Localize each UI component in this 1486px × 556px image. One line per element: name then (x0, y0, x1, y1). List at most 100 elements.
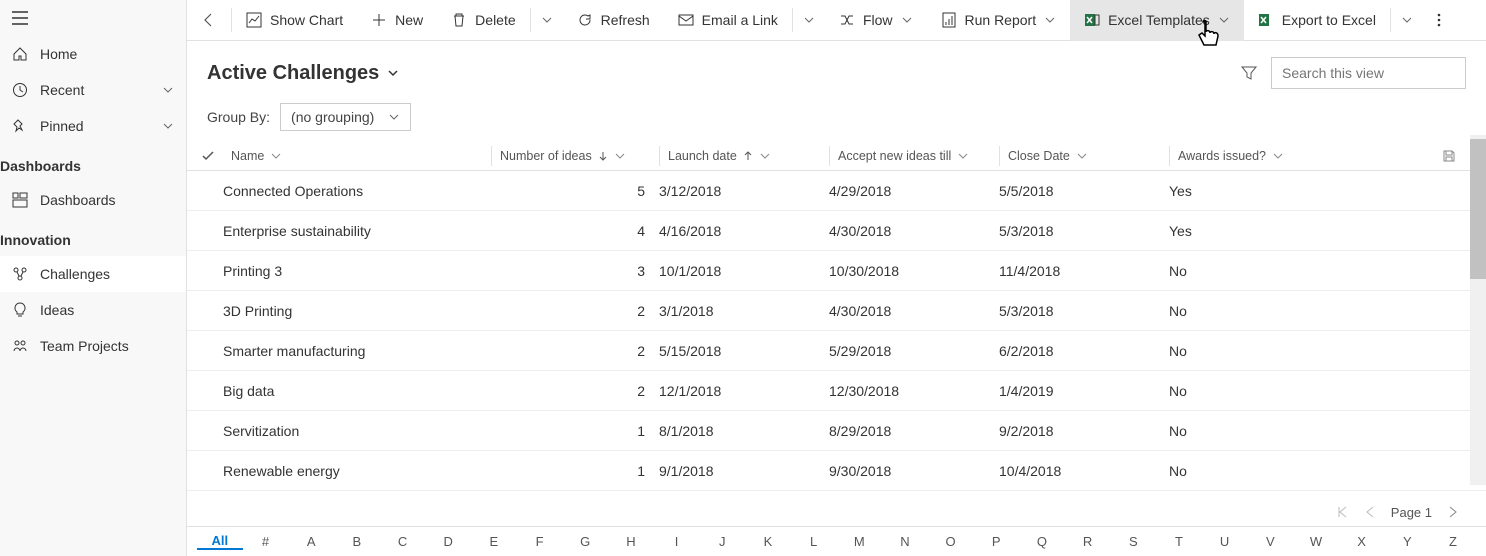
groupby-value: (no grouping) (291, 109, 374, 125)
refresh-button[interactable]: Refresh (563, 0, 664, 41)
delete-split-button[interactable] (531, 0, 563, 41)
email-link-button[interactable]: Email a Link (664, 0, 792, 41)
sidebar-label-challenges: Challenges (40, 266, 110, 282)
view-selector[interactable]: Active Challenges (207, 62, 399, 85)
scrollbar-thumb[interactable] (1470, 139, 1486, 279)
email-split-button[interactable] (793, 0, 825, 41)
alpha-filter-d[interactable]: D (425, 534, 471, 549)
delete-button[interactable]: Delete (437, 0, 529, 41)
alpha-filter-all[interactable]: All (197, 533, 243, 550)
alpha-filter-s[interactable]: S (1110, 534, 1156, 549)
alpha-filter-w[interactable]: W (1293, 534, 1339, 549)
table-row[interactable]: Printing 3310/1/201810/30/201811/4/2018N… (187, 251, 1486, 291)
export-split-button[interactable] (1391, 0, 1423, 41)
run-report-button[interactable]: Run Report (927, 0, 1071, 41)
table-row[interactable]: Connected Operations53/12/20184/29/20185… (187, 171, 1486, 211)
cell-close: 5/3/2018 (999, 303, 1169, 319)
pager: Page 1 (187, 498, 1486, 526)
alpha-filter-g[interactable]: G (562, 534, 608, 549)
sidebar-item-ideas[interactable]: Ideas (0, 292, 186, 328)
alpha-filter-i[interactable]: I (654, 534, 700, 549)
alpha-filter-c[interactable]: C (380, 534, 426, 549)
cell-close: 9/2/2018 (999, 423, 1169, 439)
table-row[interactable]: Enterprise sustainability44/16/20184/30/… (187, 211, 1486, 251)
new-button[interactable]: New (357, 0, 437, 41)
sidebar-item-teamprojects[interactable]: Team Projects (0, 328, 186, 364)
alpha-filter-h[interactable]: H (608, 534, 654, 549)
sidebar-item-home[interactable]: Home (0, 36, 186, 72)
filter-icon (1241, 65, 1257, 81)
alpha-filter-o[interactable]: O (928, 534, 974, 549)
excel-templates-icon (1084, 12, 1100, 28)
cell-name: Connected Operations (223, 183, 491, 199)
cell-launch: 8/1/2018 (659, 423, 829, 439)
table-row[interactable]: Big data212/1/201812/30/20181/4/2019No (187, 371, 1486, 411)
alpha-filter-u[interactable]: U (1202, 534, 1248, 549)
alphabet-filter-bar: All#ABCDEFGHIJKLMNOPQRSTUVWXYZ (187, 526, 1486, 556)
alpha-filter-p[interactable]: P (973, 534, 1019, 549)
sidebar-item-recent[interactable]: Recent (0, 72, 186, 108)
select-all-checkbox[interactable] (201, 149, 223, 163)
cell-accept: 4/30/2018 (829, 303, 999, 319)
alpha-filter-r[interactable]: R (1065, 534, 1111, 549)
column-header-ideas[interactable]: Number of ideas (491, 146, 659, 166)
alpha-filter-l[interactable]: L (791, 534, 837, 549)
groupby-select[interactable]: (no grouping) (280, 103, 411, 131)
alpha-filter-n[interactable]: N (882, 534, 928, 549)
search-input[interactable] (1282, 65, 1463, 81)
excel-icon (1258, 12, 1274, 28)
column-header-accept[interactable]: Accept new ideas till (829, 146, 999, 166)
table-row[interactable]: 3D Printing23/1/20184/30/20185/3/2018No (187, 291, 1486, 331)
flow-button[interactable]: Flow (825, 0, 927, 41)
alpha-filter-v[interactable]: V (1247, 534, 1293, 549)
alpha-filter-z[interactable]: Z (1430, 534, 1476, 549)
search-box[interactable] (1271, 57, 1466, 89)
column-header-close[interactable]: Close Date (999, 146, 1169, 166)
alpha-filter-y[interactable]: Y (1384, 534, 1430, 549)
alpha-filter-j[interactable]: J (699, 534, 745, 549)
filter-button[interactable] (1241, 65, 1257, 81)
cell-accept: 9/30/2018 (829, 463, 999, 479)
alpha-filter-b[interactable]: B (334, 534, 380, 549)
sidebar-item-pinned[interactable]: Pinned (0, 108, 186, 144)
export-excel-button[interactable]: Export to Excel (1244, 0, 1390, 41)
team-icon (12, 338, 28, 354)
more-vertical-icon (1437, 12, 1441, 28)
excel-templates-button[interactable]: Excel Templates (1070, 0, 1244, 41)
chevron-down-icon (162, 84, 174, 96)
scrollbar[interactable] (1470, 135, 1486, 485)
cell-launch: 4/16/2018 (659, 223, 829, 239)
cell-launch: 5/15/2018 (659, 343, 829, 359)
back-button[interactable] (187, 0, 231, 41)
prev-page-icon[interactable] (1363, 505, 1377, 519)
sidebar-item-dashboards[interactable]: Dashboards (0, 182, 186, 218)
column-header-name[interactable]: Name (223, 146, 491, 166)
first-page-icon[interactable] (1335, 505, 1349, 519)
alpha-filter-f[interactable]: F (517, 534, 563, 549)
cell-accept: 4/30/2018 (829, 223, 999, 239)
cell-ideas: 3 (491, 263, 659, 279)
show-chart-button[interactable]: Show Chart (232, 0, 357, 41)
chevron-down-icon (162, 120, 174, 132)
alpha-filter-t[interactable]: T (1156, 534, 1202, 549)
alpha-filter-e[interactable]: E (471, 534, 517, 549)
next-page-icon[interactable] (1446, 505, 1460, 519)
table-row[interactable]: Servitization18/1/20188/29/20189/2/2018N… (187, 411, 1486, 451)
cell-ideas: 2 (491, 303, 659, 319)
overflow-button[interactable] (1423, 0, 1455, 41)
alpha-filter-m[interactable]: M (836, 534, 882, 549)
plus-icon (371, 12, 387, 28)
home-icon (12, 46, 28, 62)
column-header-launch[interactable]: Launch date (659, 146, 829, 166)
table-row[interactable]: Smarter manufacturing25/15/20185/29/2018… (187, 331, 1486, 371)
table-row[interactable]: Renewable energy19/1/20189/30/201810/4/2… (187, 451, 1486, 491)
alpha-filter-q[interactable]: Q (1019, 534, 1065, 549)
hamburger-button[interactable] (0, 0, 186, 36)
alpha-filter-k[interactable]: K (745, 534, 791, 549)
alpha-filter-x[interactable]: X (1339, 534, 1385, 549)
column-header-awards[interactable]: Awards issued? (1169, 146, 1339, 166)
cell-awards: No (1169, 463, 1339, 479)
sidebar-item-challenges[interactable]: Challenges (0, 256, 186, 292)
alpha-filter-#[interactable]: # (243, 534, 289, 549)
alpha-filter-a[interactable]: A (288, 534, 334, 549)
